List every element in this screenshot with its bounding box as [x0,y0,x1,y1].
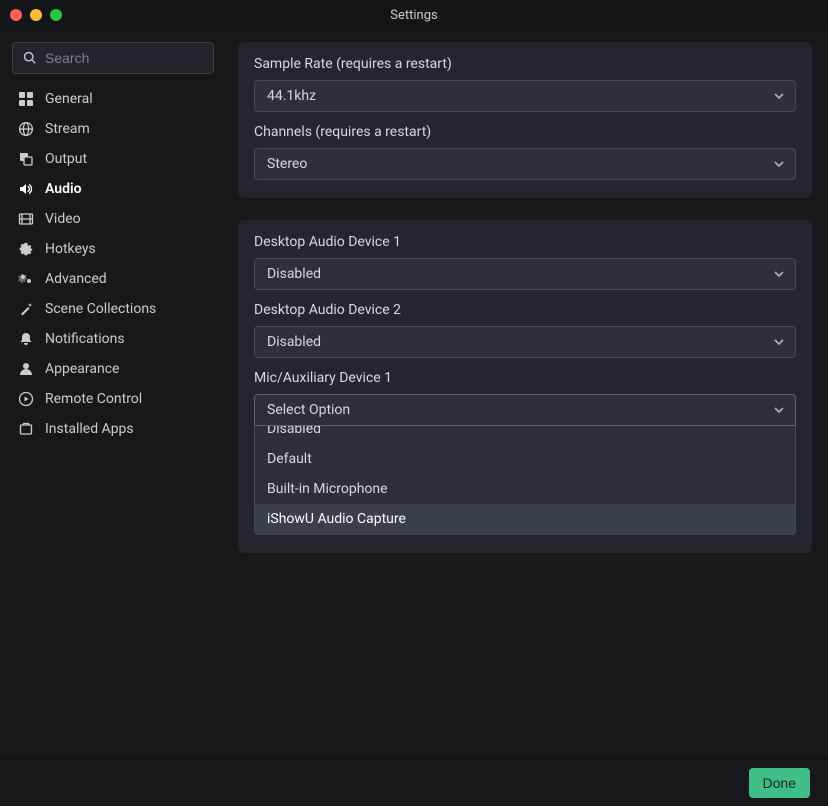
desktop-audio-1-label: Desktop Audio Device 1 [254,234,796,250]
desktop-audio-2-value: Disabled [267,334,321,350]
sidebar-item-advanced[interactable]: Advanced [12,264,214,294]
footer: Done [0,758,828,806]
desktop-audio-2-select[interactable]: Disabled [254,326,796,358]
grid-icon [18,91,34,107]
sidebar-item-remote-control[interactable]: Remote Control [12,384,214,414]
channels-label: Channels (requires a restart) [254,124,796,140]
mic-aux-1-value: Select Option [267,402,350,418]
sidebar-item-label: Installed Apps [45,421,134,437]
chevron-down-icon [773,336,785,348]
settings-nav: General Stream Output Audio [12,84,214,444]
mic-aux-1-select[interactable]: Select Option [254,394,796,426]
search-input[interactable] [45,50,226,66]
audio-format-card: Sample Rate (requires a restart) 44.1khz… [238,42,812,198]
sidebar-item-label: Scene Collections [45,301,156,317]
sidebar-item-label: Advanced [45,271,107,287]
minimize-window-button[interactable] [30,9,42,21]
search-icon [23,51,37,65]
gear-icon [18,241,34,257]
sidebar-item-label: Audio [45,181,82,197]
desktop-audio-2-label: Desktop Audio Device 2 [254,302,796,318]
sidebar-item-scene-collections[interactable]: Scene Collections [12,294,214,324]
sidebar-item-label: Notifications [45,331,125,347]
sample-rate-value: 44.1khz [267,88,316,104]
sidebar-item-appearance[interactable]: Appearance [12,354,214,384]
sidebar-item-label: Video [45,211,81,227]
sidebar-item-label: General [45,91,93,107]
sidebar-item-video[interactable]: Video [12,204,214,234]
sidebar-item-label: Hotkeys [45,241,96,257]
window-controls [10,9,62,21]
sidebar: General Stream Output Audio [0,30,226,758]
close-window-button[interactable] [10,9,22,21]
audio-devices-card: Desktop Audio Device 1 Disabled Desktop … [238,220,812,553]
sidebar-item-notifications[interactable]: Notifications [12,324,214,354]
film-icon [18,211,34,227]
sidebar-item-output[interactable]: Output [12,144,214,174]
sample-rate-select[interactable]: 44.1khz [254,80,796,112]
package-icon [18,421,34,437]
wand-icon [18,301,34,317]
sidebar-item-audio[interactable]: Audio [12,174,214,204]
sidebar-item-label: Remote Control [45,391,142,407]
desktop-audio-1-select[interactable]: Disabled [254,258,796,290]
chevron-down-icon [773,404,785,416]
chevron-down-icon [773,90,785,102]
appearance-icon [18,361,34,377]
mic-aux-1-option[interactable]: iShowU Audio Capture [255,504,795,534]
titlebar: Settings [0,0,828,30]
chevron-down-icon [773,268,785,280]
sidebar-item-label: Appearance [45,361,119,377]
layers-icon [18,151,34,167]
sidebar-item-general[interactable]: General [12,84,214,114]
done-button[interactable]: Done [749,768,810,798]
globe-icon [18,121,34,137]
sample-rate-label: Sample Rate (requires a restart) [254,56,796,72]
sidebar-item-label: Output [45,151,87,167]
sidebar-item-label: Stream [45,121,90,137]
play-circle-icon [18,391,34,407]
mic-aux-1-dropdown: Disabled Default Built-in Microphone iSh… [254,414,796,535]
bell-icon [18,331,34,347]
settings-content: Sample Rate (requires a restart) 44.1khz… [226,30,828,758]
sidebar-item-installed-apps[interactable]: Installed Apps [12,414,214,444]
volume-icon [18,181,34,197]
search-field[interactable] [12,42,214,74]
sidebar-item-stream[interactable]: Stream [12,114,214,144]
desktop-audio-1-value: Disabled [267,266,321,282]
channels-value: Stereo [267,156,307,172]
mic-aux-1-option[interactable]: Built-in Microphone [255,474,795,504]
channels-select[interactable]: Stereo [254,148,796,180]
zoom-window-button[interactable] [50,9,62,21]
mic-aux-1-label: Mic/Auxiliary Device 1 [254,370,796,386]
gears-icon [18,271,34,287]
mic-aux-1-option[interactable]: Default [255,444,795,474]
chevron-down-icon [773,158,785,170]
sidebar-item-hotkeys[interactable]: Hotkeys [12,234,214,264]
window-title: Settings [390,8,437,23]
